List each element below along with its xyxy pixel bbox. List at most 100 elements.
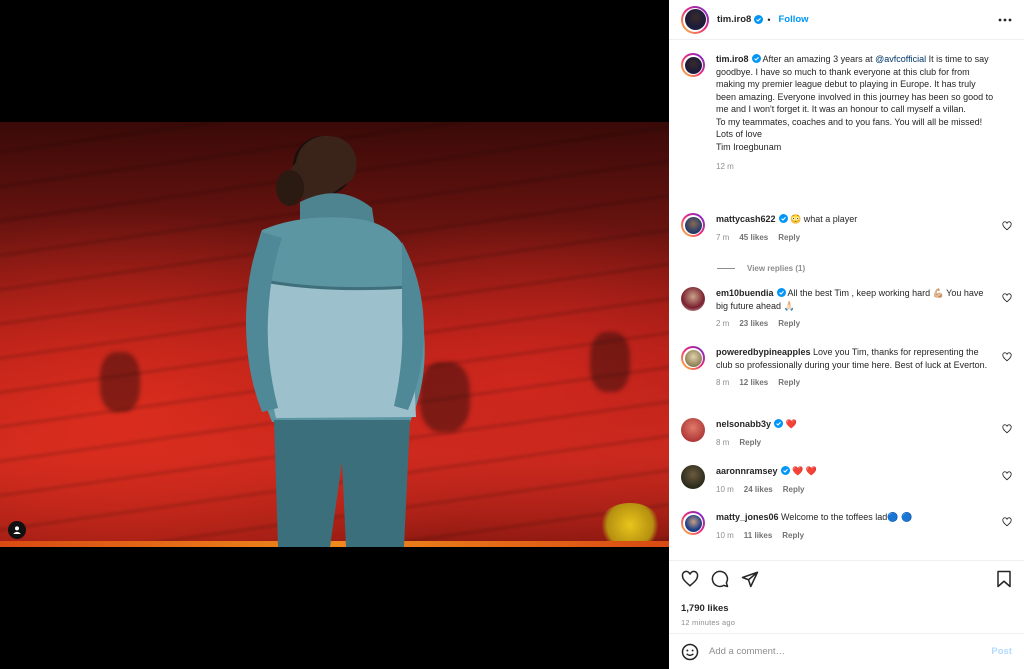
verified-icon: [780, 466, 790, 475]
comment-row: mattycash622 😳 what a player 7 m 45 likes…: [681, 213, 1012, 244]
caption-line: Lots of love: [716, 129, 763, 139]
share-icon[interactable]: [741, 570, 759, 588]
author-avatar[interactable]: [681, 5, 709, 34]
comment-time[interactable]: 7 m: [716, 233, 729, 242]
comment-meta: 10 m 24 likes Reply: [716, 484, 994, 497]
comment-likes[interactable]: 23 likes: [739, 319, 768, 328]
post-header: tim.iro8 • Follow: [669, 0, 1024, 40]
comment-body: 😳 what a player: [787, 214, 858, 224]
comment-time[interactable]: 8 m: [716, 378, 729, 387]
more-options-icon[interactable]: [998, 18, 1012, 22]
follow-button[interactable]: Follow: [778, 14, 808, 25]
commenter-username[interactable]: matty_jones06: [716, 512, 779, 522]
post-comment-button[interactable]: Post: [991, 646, 1012, 657]
reply-button[interactable]: Reply: [783, 485, 805, 494]
comment-row: nelsonabb3y ❤️ 8 m Reply: [681, 418, 1012, 449]
caption-line: Tim Iroegbunam: [716, 141, 782, 152]
action-icons: [681, 569, 1012, 589]
comment-text: nelsonabb3y ❤️ 8 m Reply: [716, 418, 994, 449]
commenter-username[interactable]: aaronnramsey: [716, 466, 778, 476]
post-actions: 1,790 likes 12 minutes ago: [669, 560, 1024, 627]
comment-text: em10buendia All the best Tim , keep work…: [716, 287, 994, 331]
like-comment-icon[interactable]: [1002, 221, 1012, 231]
commenter-avatar[interactable]: [681, 418, 705, 442]
comment-text: mattycash622 😳 what a player 7 m 45 likes…: [716, 213, 994, 244]
like-comment-icon[interactable]: [1002, 293, 1012, 303]
reply-button[interactable]: Reply: [778, 378, 800, 387]
comment-body: ❤️ ❤️: [789, 466, 817, 476]
comment-icon[interactable]: [711, 570, 729, 588]
like-icon[interactable]: [681, 570, 699, 588]
caption-line: To my teammates, coaches and to you fans…: [716, 116, 983, 127]
caption: tim.iro8 After an amazing 3 years at @av…: [681, 53, 1012, 174]
comment-row: poweredbypineapples Love you Tim, thanks…: [681, 346, 1012, 390]
comment-meta: 8 m Reply: [716, 437, 994, 450]
caption-mention[interactable]: @avfcofficial: [875, 54, 926, 64]
comment-meta: 8 m 12 likes Reply: [716, 377, 994, 390]
post-details-panel: tim.iro8 • Follow tim.iro8 After an amaz…: [669, 0, 1024, 669]
comments-list[interactable]: tim.iro8 After an amazing 3 years at @av…: [669, 41, 1024, 551]
comment-input[interactable]: [709, 646, 992, 657]
post-photo[interactable]: [0, 122, 669, 547]
commenter-avatar[interactable]: [681, 287, 705, 311]
comment-body: Welcome to the toffees lad🔵 🔵: [778, 512, 913, 522]
post-media[interactable]: [0, 0, 669, 669]
commenter-username[interactable]: nelsonabb3y: [716, 419, 771, 429]
view-replies-label: View replies (1): [747, 264, 806, 273]
comment-body: ❤️: [783, 419, 797, 429]
comment-likes[interactable]: 12 likes: [739, 378, 768, 387]
verified-icon: [751, 54, 761, 63]
comment-meta: 10 m 11 likes Reply: [716, 530, 994, 543]
verified-icon: [776, 288, 786, 297]
caption-text: tim.iro8 After an amazing 3 years at @av…: [716, 53, 994, 174]
comment-time[interactable]: 8 m: [716, 438, 729, 447]
posted-time[interactable]: 12 minutes ago: [681, 618, 1012, 627]
view-replies-button[interactable]: View replies (1): [717, 264, 805, 273]
author-username[interactable]: tim.iro8: [717, 14, 751, 25]
like-comment-icon[interactable]: [1002, 471, 1012, 481]
reply-button[interactable]: Reply: [739, 438, 761, 447]
verified-icon: [754, 15, 764, 24]
comment-time[interactable]: 10 m: [716, 531, 734, 540]
comment-time[interactable]: 10 m: [716, 485, 734, 494]
comment-row: matty_jones06 Welcome to the toffees lad…: [681, 511, 1012, 542]
reply-button[interactable]: Reply: [778, 319, 800, 328]
commenter-username[interactable]: poweredbypineapples: [716, 347, 811, 357]
author-avatar[interactable]: [681, 53, 705, 77]
separator-dot: •: [767, 14, 771, 25]
comment-row: em10buendia All the best Tim , keep work…: [681, 287, 1012, 331]
comment-text: matty_jones06 Welcome to the toffees lad…: [716, 511, 994, 542]
save-icon[interactable]: [996, 570, 1012, 588]
commenter-username[interactable]: em10buendia: [716, 288, 774, 298]
comment-text: poweredbypineapples Love you Tim, thanks…: [716, 346, 994, 390]
reply-button[interactable]: Reply: [778, 233, 800, 242]
comment-likes[interactable]: 45 likes: [739, 233, 768, 242]
caption-meta: 12 m: [716, 161, 994, 174]
replies-line: [717, 268, 735, 269]
comment-row: aaronnramsey ❤️ ❤️ 10 m 24 likes Reply: [681, 465, 1012, 496]
like-comment-icon[interactable]: [1002, 517, 1012, 527]
comment-text: aaronnramsey ❤️ ❤️ 10 m 24 likes Reply: [716, 465, 994, 496]
commenter-username[interactable]: mattycash622: [716, 214, 776, 224]
reply-button[interactable]: Reply: [782, 531, 804, 540]
likes-count[interactable]: 1,790 likes: [681, 603, 1012, 614]
commenter-avatar[interactable]: [681, 213, 705, 237]
tag-user-button[interactable]: [8, 521, 26, 539]
commenter-avatar[interactable]: [681, 346, 705, 370]
like-comment-icon[interactable]: [1002, 424, 1012, 434]
comment-likes[interactable]: 24 likes: [744, 485, 773, 494]
comment-time[interactable]: 2 m: [716, 319, 729, 328]
like-comment-icon[interactable]: [1002, 352, 1012, 362]
tag-user-icon: [13, 526, 21, 534]
caption-time[interactable]: 12 m: [716, 162, 734, 171]
comment-meta: 2 m 23 likes Reply: [716, 318, 994, 331]
caption-body: After an amazing 3 years at: [762, 54, 873, 64]
commenter-avatar[interactable]: [681, 465, 705, 489]
commenter-avatar[interactable]: [681, 511, 705, 535]
verified-icon: [778, 214, 788, 223]
verified-icon: [774, 419, 784, 428]
emoji-icon[interactable]: [681, 643, 699, 661]
caption-username[interactable]: tim.iro8: [716, 54, 749, 64]
comment-likes[interactable]: 11 likes: [744, 531, 772, 540]
comment-meta: 7 m 45 likes Reply: [716, 232, 994, 245]
